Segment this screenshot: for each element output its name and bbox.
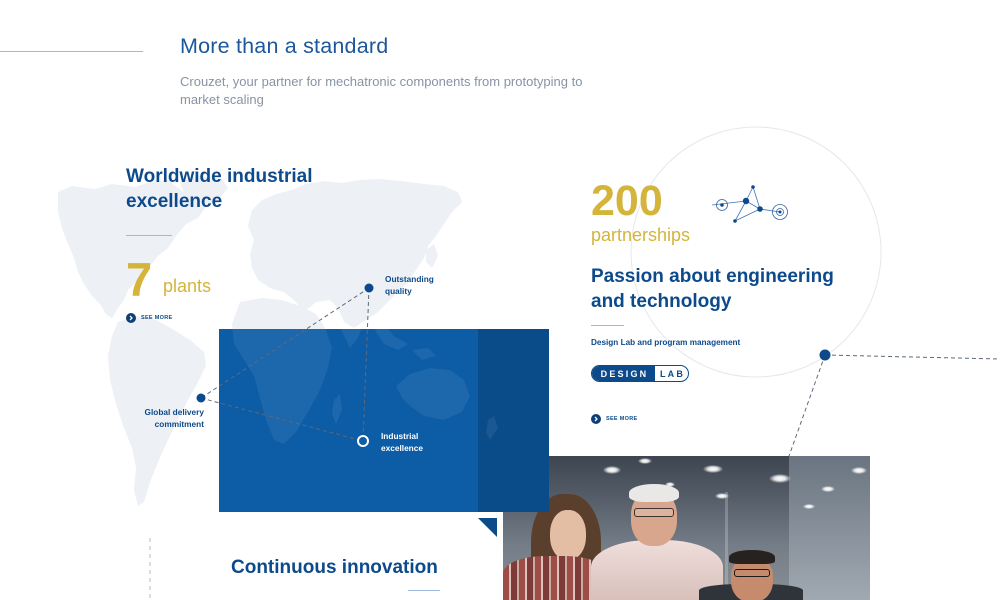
plants-count: 7 [126,253,153,306]
map-madagascar [332,394,342,424]
photo-window [789,456,870,600]
map-label-line: commitment [154,419,204,429]
engineering-heading: Passion about engineering and technology [591,264,834,314]
connector-quality-excellence [362,287,370,442]
worldwide-heading: Worldwide industrial excellence [126,164,313,214]
arrow-right-circle-icon [591,414,601,424]
network-graph-icon [711,185,788,223]
photo-person-glasses [634,508,674,517]
network-node [742,197,750,205]
subtitle-line: Crouzet, your partner for mechatronic co… [180,74,583,89]
partnerships-label: partnerships [591,225,691,245]
see-more-label: SEE MORE [141,315,173,321]
map-point-partnerships[interactable] [819,349,831,361]
map-label-quality: Outstanding quality [385,273,434,297]
plants-label: plants [163,276,212,296]
photo-ceiling-light [603,466,621,474]
network-edge [745,186,754,202]
engineering-see-more-link[interactable]: SEE MORE [591,414,637,424]
innovation-heading: Continuous innovation [231,557,438,578]
header-rule-line [0,51,143,52]
worldwide-underline [126,235,172,236]
map-africa [232,329,332,444]
industrial-panel [219,329,549,512]
network-node [757,206,763,212]
engineering-underline [591,325,624,326]
team-photo [503,456,870,600]
section-subtitle: Crouzet, your partner for mechatronic co… [180,73,582,109]
map-japan [426,244,438,268]
subtitle-line: market scaling [180,92,264,107]
heading-line: Worldwide industrial [126,166,313,187]
map-label-line: Global delivery [144,407,204,417]
map-label-line: quality [385,286,412,296]
see-more-label: SEE MORE [606,416,638,422]
network-edge [752,186,761,210]
network-edge [734,200,747,222]
map-point-quality[interactable] [364,283,374,293]
photo-person-hair [729,550,775,564]
map-indonesia [412,348,436,360]
connector-quality-delivery [200,287,370,399]
connector-line-down [788,354,826,457]
network-edge [711,200,747,206]
map-australia [396,368,470,420]
network-node [733,219,737,223]
photo-person-hair [629,484,679,502]
photo-ceiling-light [638,458,652,464]
connector-delivery-excellence [200,397,364,442]
panel-map [232,329,498,444]
map-southeast-asia [374,329,408,350]
map-new-zealand [486,416,498,440]
map-label-line: excellence [381,443,423,453]
map-label-delivery: Global delivery commitment [145,406,204,430]
map-point-excellence[interactable] [357,435,369,447]
network-ring [716,199,728,211]
badge-lab-text: LAB [659,368,686,379]
photo-person-glasses [734,569,770,577]
network-edge [734,208,761,222]
innovation-underline [408,590,440,591]
network-edge [745,200,761,210]
photo-ceiling-light [821,486,835,492]
map-label-line: Industrial [381,431,419,441]
design-lab-badge: DESIGN LAB [591,365,689,382]
heading-line: and technology [591,291,732,312]
engineering-subtitle: Design Lab and program management [591,338,741,347]
photo-ceiling-light [803,504,815,509]
network-ring [776,208,784,216]
page: More than a standard Crouzet, your partn… [0,0,1000,600]
panel-corner-triangle [478,518,497,537]
network-node [720,203,724,207]
photo-ceiling-light [851,467,867,474]
map-africa [232,298,332,444]
network-edge [759,208,781,213]
panel-main-block [219,329,478,512]
badge-design-text: DESIGN [592,366,655,381]
photo-ceiling-light [769,474,791,483]
worldwide-see-more-link[interactable]: SEE MORE [126,313,172,323]
arrow-right-circle-icon [126,313,136,323]
map-point-delivery[interactable] [196,393,206,403]
network-node [778,210,782,214]
map-label-line: Outstanding [385,274,434,284]
world-map [58,176,462,506]
connector-line-right [824,354,1000,360]
partnerships-count: 200 [591,177,663,225]
network-ring [772,204,788,220]
photo-ceiling-light [715,493,729,499]
map-india [341,329,362,348]
heading-line: Passion about engineering [591,266,834,287]
heading-line: excellence [126,191,223,212]
section-title: More than a standard [180,34,389,58]
photo-ceiling-light [703,465,723,473]
photo-person-face [550,510,586,560]
map-label-excellence: Industrial excellence [381,430,423,454]
network-node [751,185,755,189]
